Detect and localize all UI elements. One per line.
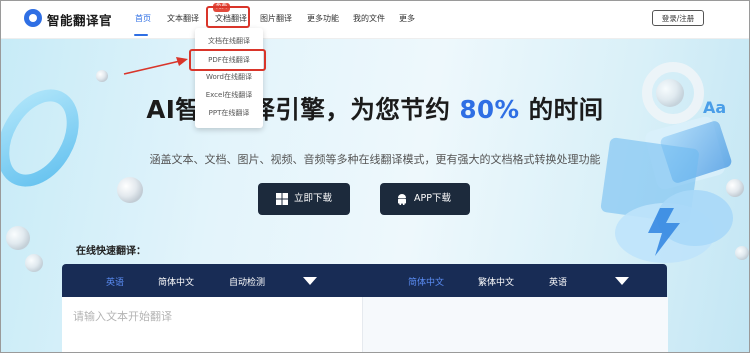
translation-output xyxy=(362,297,668,353)
download-label: 立即下载 xyxy=(294,193,333,204)
download-button[interactable]: 立即下载 xyxy=(258,183,350,215)
dropdown-item-doc[interactable]: 文档在线翻译 xyxy=(195,36,263,46)
nav-home[interactable]: 首页 xyxy=(135,13,151,24)
hero-title-text: AI智能翻译引擎，为您节约 xyxy=(146,95,460,124)
nav-my-files[interactable]: 我的文件 xyxy=(353,13,385,24)
source-lang-chinese[interactable]: 简体中文 xyxy=(158,275,194,288)
hero-title: AI智能翻译引擎，为您节约 80% 的时间 xyxy=(0,91,750,126)
source-lang-dropdown-icon[interactable] xyxy=(303,277,317,285)
top-nav-bar: 智能翻译官 首页 文本翻译 免费 文档翻译 图片翻译 更多功能 我的文件 更多 … xyxy=(0,0,750,39)
logo-icon[interactable] xyxy=(24,9,42,27)
nav-doc-highlight-box xyxy=(206,6,250,28)
nav-active-indicator xyxy=(134,34,148,36)
target-lang-traditional[interactable]: 繁体中文 xyxy=(478,275,514,288)
source-lang-auto[interactable]: 自动检测 xyxy=(229,275,265,288)
dropdown-item-ppt[interactable]: PPT在线翻译 xyxy=(195,108,263,118)
annotation-arrow-icon xyxy=(123,57,188,75)
hero-section: Aa AI智能翻译引擎，为您节约 80% 的时间 涵盖文本、文档、图片、视频、音… xyxy=(0,38,750,353)
brand-name[interactable]: 智能翻译官 xyxy=(47,10,112,29)
nav-text-translate[interactable]: 文本翻译 xyxy=(167,13,199,24)
pdf-highlight-box xyxy=(189,49,266,71)
source-text-placeholder: 请输入文本开始翻译 xyxy=(73,310,172,323)
source-lang-english[interactable]: 英语 xyxy=(106,275,124,288)
source-text-input[interactable]: 请输入文本开始翻译 xyxy=(62,297,362,353)
hero-title-suffix: 的时间 xyxy=(519,95,604,124)
windows-icon xyxy=(276,193,288,205)
hero-subtitle: 涵盖文本、文档、图片、视频、音频等多种在线翻译模式，更有强大的文档格式转换处理功… xyxy=(149,153,601,166)
nav-more[interactable]: 更多 xyxy=(399,13,415,24)
app-download-button[interactable]: APP下载 xyxy=(380,183,470,215)
target-lang-english[interactable]: 英语 xyxy=(549,275,567,288)
language-bar: 英语 简体中文 自动检测 简体中文 繁体中文 英语 xyxy=(62,264,667,297)
target-lang-dropdown-icon[interactable] xyxy=(615,277,629,285)
doc-translate-dropdown: 文档在线翻译 PDF在线翻译 Word在线翻译 Excel在线翻译 PPT在线翻… xyxy=(195,28,263,128)
quick-translate-heading: 在线快速翻译： xyxy=(76,246,146,257)
login-button[interactable]: 登录/注册 xyxy=(652,10,704,26)
target-lang-chinese[interactable]: 简体中文 xyxy=(408,275,444,288)
dropdown-item-excel[interactable]: Excel在线翻译 xyxy=(195,90,263,100)
nav-more-features[interactable]: 更多功能 xyxy=(307,13,339,24)
nav-image-translate[interactable]: 图片翻译 xyxy=(260,13,292,24)
app-download-label: APP下载 xyxy=(414,193,451,204)
android-icon xyxy=(398,194,406,205)
hero-title-percent: 80% xyxy=(459,95,520,124)
dropdown-item-word[interactable]: Word在线翻译 xyxy=(195,72,263,82)
